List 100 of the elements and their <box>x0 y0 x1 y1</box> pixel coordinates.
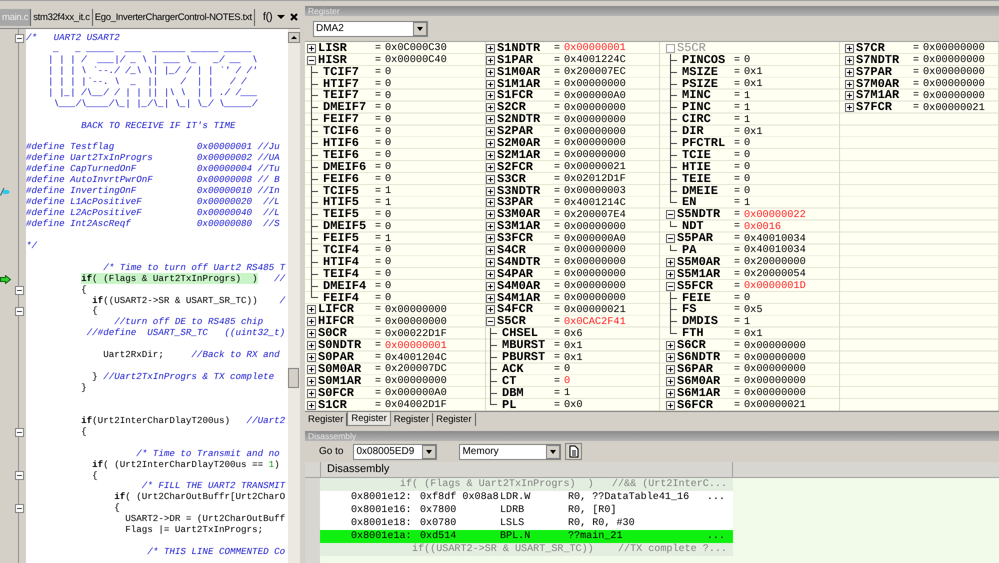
expand-icon[interactable] <box>307 388 316 398</box>
expand-icon[interactable] <box>486 150 495 160</box>
expand-icon[interactable] <box>486 294 495 303</box>
address-field[interactable]: 0x08005ED9 <box>353 444 438 460</box>
register-name: S0M0AR <box>318 364 362 375</box>
register-group-select[interactable]: DMA2 <box>313 20 428 37</box>
code-line: if( (Urt2CharOutBuffr[Urt2CharO <box>113 492 286 503</box>
expand-icon[interactable] <box>666 400 675 410</box>
expand-icon[interactable] <box>845 56 854 65</box>
expand-icon[interactable] <box>666 270 675 279</box>
function-list-button[interactable]: f() <box>262 11 272 23</box>
field-name: TEIF5 <box>323 209 360 220</box>
instruction-operands: R0, ??DataTable41_16 <box>568 491 690 504</box>
equals-sign: = <box>913 78 920 90</box>
expand-icon[interactable] <box>666 376 675 386</box>
expand-icon[interactable] <box>845 103 854 112</box>
expand-icon[interactable] <box>666 364 675 374</box>
dropdown-arrow-icon[interactable] <box>277 13 286 21</box>
expand-icon[interactable] <box>307 376 316 386</box>
expand-icon[interactable] <box>307 341 316 350</box>
expand-icon[interactable] <box>307 400 316 410</box>
scrollbar-thumb[interactable] <box>288 368 299 388</box>
instruction-row[interactable]: 0x8001e18: 0x0780 LSLS R0, R0, #30 <box>320 517 733 530</box>
expand-icon[interactable] <box>666 258 675 267</box>
expand-icon[interactable] <box>307 317 316 326</box>
instruction-row[interactable]: 0x8001e12: 0xf8df 0x08a8 LDR.W R0, ??DataTable41_16 ... <box>320 491 733 504</box>
equals-sign: = <box>375 90 382 102</box>
equals-sign: = <box>554 221 562 232</box>
expand-icon[interactable] <box>486 174 495 184</box>
register-name: S7PAR <box>856 66 894 78</box>
collapse-icon[interactable] <box>666 234 675 244</box>
expand-icon[interactable] <box>307 352 316 362</box>
expand-icon[interactable] <box>666 352 675 362</box>
expand-icon[interactable] <box>845 44 854 53</box>
register-name: S0NDTR <box>318 340 362 352</box>
register-value: 0x00000003 <box>564 185 626 198</box>
register-tab[interactable]: Register <box>433 413 476 426</box>
expand-icon[interactable] <box>666 341 675 350</box>
memory-select[interactable]: Memory <box>459 444 562 460</box>
expand-icon[interactable] <box>845 80 854 88</box>
expand-icon[interactable] <box>486 56 495 65</box>
expand-icon[interactable] <box>486 68 495 77</box>
expand-icon[interactable] <box>486 305 495 314</box>
expand-icon[interactable] <box>486 210 495 220</box>
instruction-row[interactable]: 0x8001e1a: 0xd514 BPL.N ??main_21 ... <box>320 530 733 543</box>
expand-icon[interactable] <box>486 246 495 255</box>
equals-sign: = <box>554 328 562 340</box>
collapse-icon[interactable] <box>666 282 675 291</box>
expand-icon[interactable] <box>307 329 316 338</box>
register-value: 0x00000021 <box>744 399 806 412</box>
expand-icon[interactable] <box>486 198 495 208</box>
collapse-icon[interactable] <box>15 471 24 480</box>
register-name: S1NDTR <box>497 42 542 54</box>
expand-icon[interactable] <box>486 91 495 100</box>
expand-icon[interactable] <box>486 44 495 53</box>
expand-icon[interactable] <box>307 44 316 53</box>
field-name: DIR <box>682 126 704 138</box>
expand-icon[interactable] <box>486 115 495 124</box>
collapse-icon[interactable] <box>15 34 24 43</box>
collapse-icon[interactable] <box>15 504 24 514</box>
equals-sign: = <box>375 54 382 66</box>
register-tab[interactable]: Register <box>390 413 434 426</box>
expand-icon[interactable] <box>486 127 495 136</box>
collapse-icon[interactable] <box>15 428 24 437</box>
equals-sign: = <box>734 209 742 220</box>
expand-icon[interactable] <box>307 305 316 314</box>
expand-icon[interactable] <box>845 91 854 100</box>
instruction-row[interactable]: 0x8001e16: 0x7800 LDRB R0, [R0] <box>320 504 733 517</box>
register-value: 0 <box>385 66 392 78</box>
equals-sign: = <box>554 400 562 411</box>
expand-icon[interactable] <box>486 222 495 232</box>
scrollbar[interactable] <box>288 29 300 563</box>
close-icon[interactable] <box>290 13 298 21</box>
collapse-icon[interactable] <box>666 210 675 220</box>
expand-icon[interactable] <box>486 186 495 196</box>
field-name: MINC <box>682 90 712 102</box>
expand-icon[interactable] <box>486 80 495 88</box>
expand-icon[interactable] <box>486 162 495 172</box>
field-name: DBM <box>502 388 525 399</box>
expand-icon[interactable] <box>486 234 495 244</box>
collapse-icon[interactable] <box>15 307 24 316</box>
document-icon[interactable] <box>565 443 582 460</box>
file-tab[interactable]: Ego_InverterChargerControl-NOTES.txt <box>92 8 255 26</box>
expand-icon[interactable] <box>666 388 675 398</box>
expand-icon[interactable] <box>845 68 854 77</box>
register-tab[interactable]: Register <box>347 412 391 426</box>
collapse-icon[interactable] <box>15 286 24 295</box>
expand-icon[interactable] <box>486 258 495 267</box>
collapse-icon[interactable] <box>486 317 495 326</box>
register-value: 0 <box>385 268 392 280</box>
expand-icon[interactable] <box>486 282 495 291</box>
expand-icon[interactable] <box>307 364 316 374</box>
file-tab[interactable]: stm32f4xx_it.c <box>31 8 93 26</box>
expand-icon[interactable] <box>486 270 495 279</box>
register-name: S4M0AR <box>497 280 542 292</box>
register-value: 0 <box>385 173 392 186</box>
register-value: 0x1 <box>564 352 583 364</box>
expand-icon[interactable] <box>486 103 495 112</box>
expand-icon[interactable] <box>486 138 495 148</box>
collapse-icon[interactable] <box>307 56 316 65</box>
